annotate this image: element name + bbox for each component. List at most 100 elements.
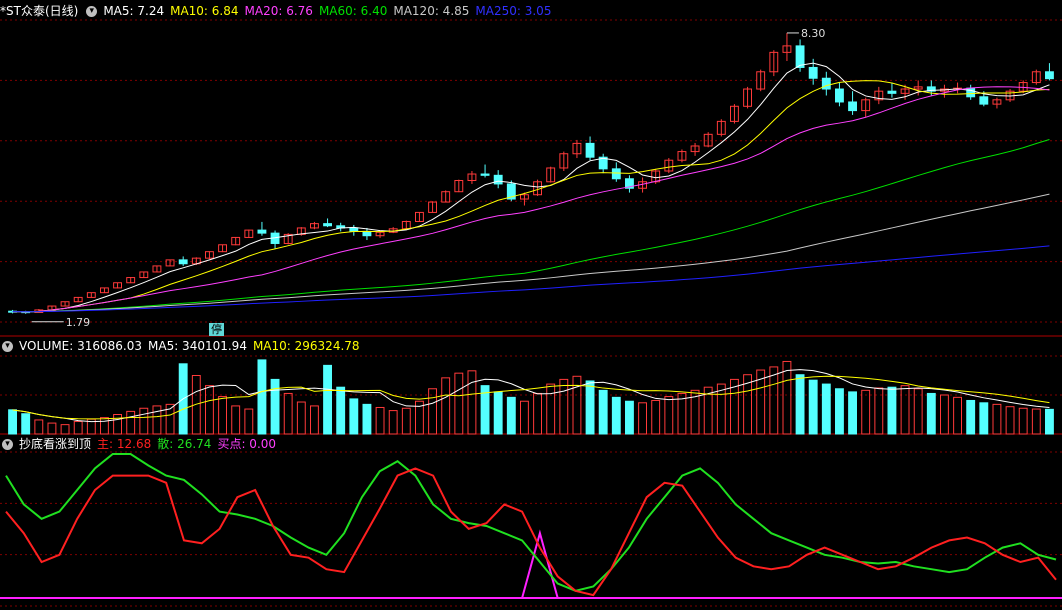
candle-body: [1045, 71, 1054, 80]
candle-body: [585, 142, 595, 158]
volume-bar: [598, 389, 608, 435]
volume-bar: [113, 414, 122, 435]
volume-bar: [546, 383, 556, 435]
volume-bar: [1018, 407, 1028, 435]
volume-bar: [73, 421, 83, 435]
ma-line-ma120: [12, 193, 1050, 313]
volume-bar: [1031, 408, 1041, 435]
volume-bar: [520, 400, 529, 435]
volume-bar: [139, 407, 149, 435]
candle-body: [966, 87, 976, 98]
volume-bar: [992, 403, 1002, 435]
volume-bar: [1045, 408, 1054, 435]
volume-bar: [349, 398, 359, 435]
indicator-lines: [0, 453, 1062, 599]
candle-body: [323, 223, 332, 227]
volume-bar: [821, 383, 831, 435]
volume-bar: [953, 396, 962, 435]
candle-body: [611, 168, 621, 180]
ma-line-ma20: [12, 86, 1050, 313]
volume-bar: [769, 366, 779, 435]
candle-body: [480, 173, 490, 176]
volume-bar: [454, 372, 464, 435]
volume-bars: [8, 359, 1054, 435]
candle-body: [979, 96, 989, 105]
ma-line-ma60: [12, 139, 1050, 313]
volume-bar: [966, 399, 976, 435]
volume-bar: [47, 422, 57, 435]
volume-bar: [861, 389, 871, 435]
volume-bar: [388, 410, 398, 435]
volume-bar: [401, 407, 411, 435]
volume-bar: [218, 396, 227, 435]
volume-bar: [323, 364, 332, 435]
volume-bar: [283, 392, 293, 435]
volume-bar: [375, 406, 385, 435]
volume-bar: [244, 408, 254, 435]
volume-bar: [533, 392, 542, 435]
candle-body: [808, 66, 818, 79]
candle-body: [349, 227, 359, 232]
volume-bar: [362, 403, 372, 435]
candle-body: [795, 45, 805, 68]
volume-bar: [782, 360, 792, 435]
volume-bar: [60, 424, 70, 435]
retail-line: [5, 453, 1057, 592]
volume-bar: [310, 405, 319, 435]
volume-bar: [336, 386, 346, 435]
candle-body: [257, 229, 267, 234]
volume-bar: [808, 379, 818, 435]
volume-bar: [795, 374, 805, 435]
candle-body: [821, 77, 831, 90]
volume-bar: [441, 377, 451, 435]
volume-bar: [716, 383, 726, 435]
volume-bar: [979, 402, 989, 435]
volume-bar: [611, 396, 621, 435]
ma-line-ma250: [12, 245, 1050, 313]
volume-bar: [625, 400, 634, 435]
volume-bar: [493, 391, 503, 435]
candle-body: [493, 174, 503, 185]
volume-bar: [270, 378, 280, 435]
volume-bar: [506, 396, 516, 435]
chart-canvas[interactable]: 8.30 1.79: [0, 0, 1062, 610]
halt-tag: 停: [209, 323, 224, 336]
volume-bar: [21, 413, 31, 435]
candle-body: [887, 90, 897, 94]
volume-bar: [152, 405, 162, 435]
volume-bar: [34, 419, 44, 435]
ma-line-ma5: [12, 62, 1050, 313]
volume-bar: [100, 417, 109, 435]
volume-bar: [848, 391, 857, 435]
volume-bar: [940, 394, 949, 435]
candle-body: [848, 101, 857, 112]
main-line: [5, 467, 1057, 597]
candle-body: [178, 259, 188, 265]
volume-bar: [585, 380, 595, 435]
candle-body: [835, 88, 844, 103]
volume-bar: [651, 399, 661, 435]
volume-bar: [638, 402, 647, 435]
volume-bar: [1005, 406, 1015, 435]
volume-bar: [887, 386, 897, 435]
volume-bar: [428, 388, 437, 435]
volume-bar: [296, 401, 306, 435]
moving-averages: [12, 62, 1050, 313]
volume-bar: [926, 392, 936, 435]
volume-bar: [664, 396, 674, 435]
volume-bar: [559, 378, 569, 435]
volume-bar: [467, 370, 477, 435]
volume-bar: [257, 359, 267, 435]
grid-lines: [0, 19, 1062, 607]
high-label: 8.30: [801, 27, 826, 40]
volume-bar: [231, 405, 241, 435]
volume-bar: [900, 385, 910, 435]
volume-bar: [835, 388, 844, 435]
volume-bar: [205, 385, 214, 435]
volume-bar: [8, 409, 17, 435]
volume-bar: [913, 388, 923, 435]
ma-line-ma10: [12, 80, 1050, 313]
low-label: 1.79: [66, 316, 91, 329]
candle-body: [362, 230, 372, 237]
volume-bar: [126, 410, 136, 435]
